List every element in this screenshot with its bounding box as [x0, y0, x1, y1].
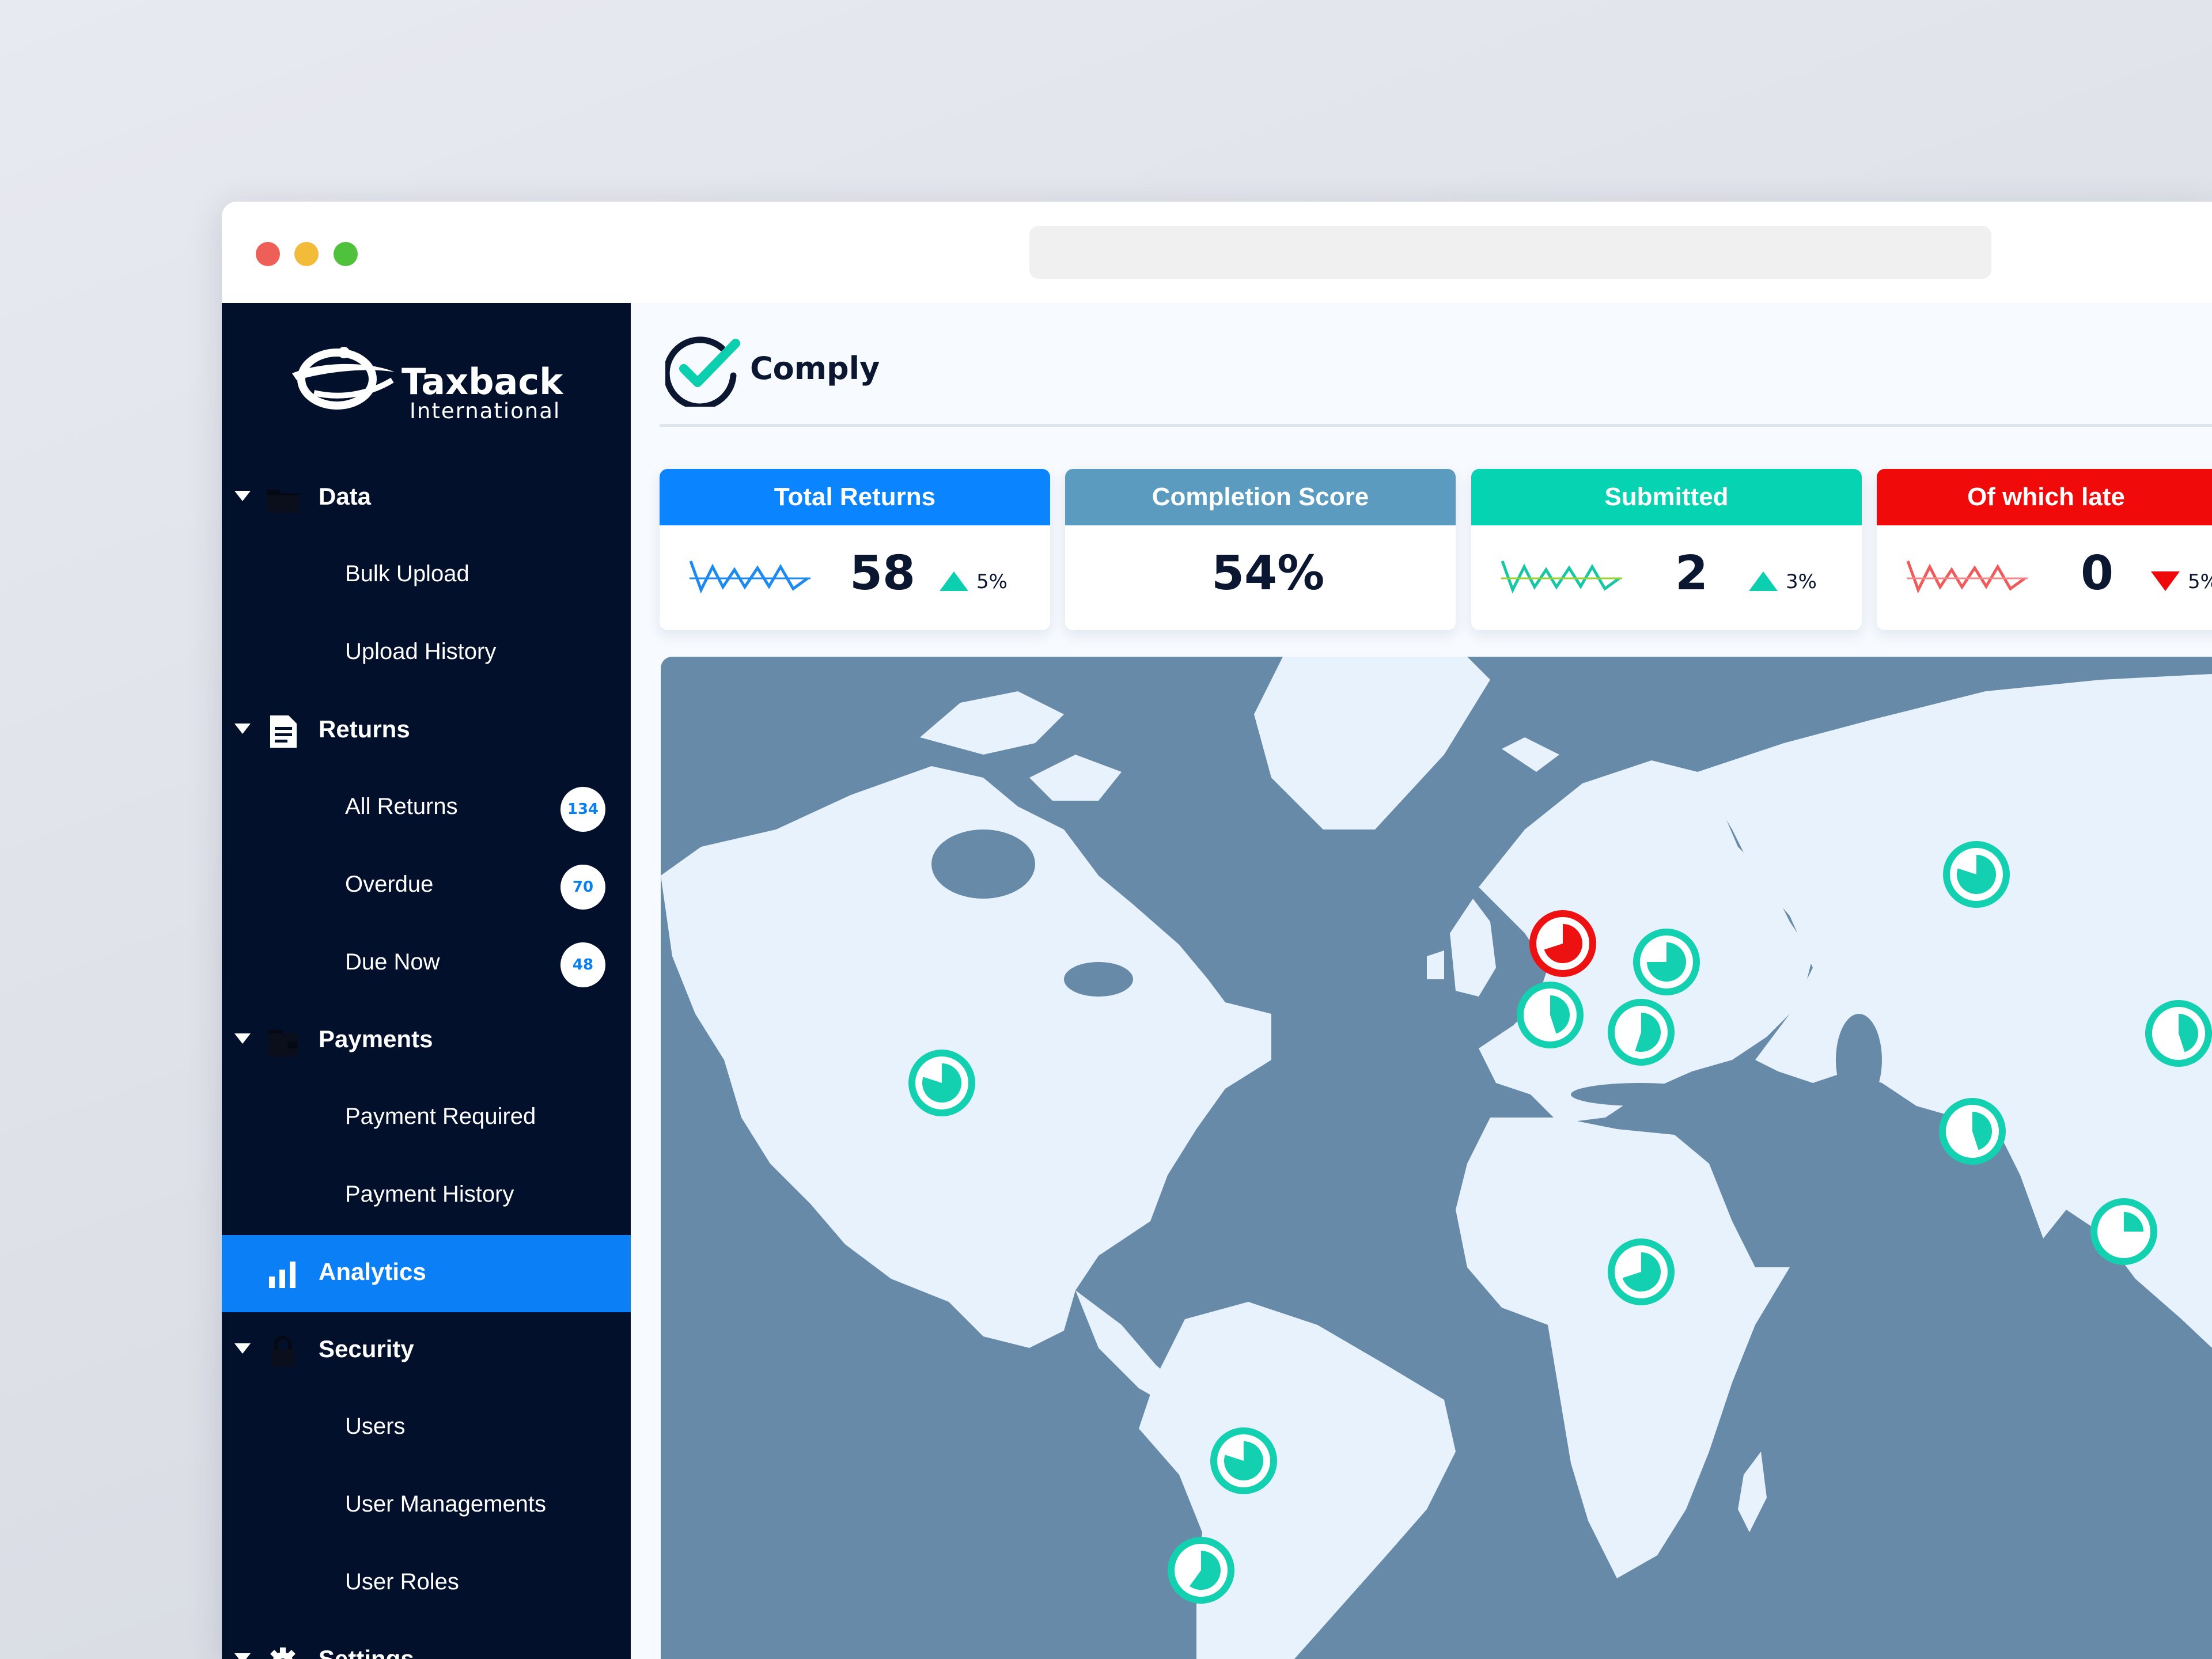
sparkline	[1501, 560, 1622, 594]
sidebar-section-label: Security	[319, 1335, 414, 1362]
card-value: 54%	[1211, 546, 1325, 601]
chevron-down-icon	[234, 1033, 251, 1044]
maximize-window-button[interactable]	[334, 242, 358, 266]
sidebar-item-label: Users	[345, 1414, 406, 1439]
sidebar-item-analytics[interactable]: Analytics	[222, 1235, 631, 1312]
sidebar-item-payment-required[interactable]: Payment Required	[222, 1080, 631, 1157]
wallet-icon	[268, 1030, 298, 1056]
gear-icon	[270, 1647, 296, 1659]
card-title: Submitted	[1471, 469, 1862, 525]
sidebar-item-overdue[interactable]: Overdue 70	[222, 847, 631, 925]
stat-card-total-returns[interactable]: Total Returns 58 5%	[660, 469, 1050, 630]
sidebar-section-label: Payments	[319, 1025, 433, 1052]
sidebar-item-all-returns[interactable]: All Returns 134	[222, 770, 631, 847]
address-bar[interactable]	[1029, 226, 1991, 279]
trend-up-icon	[940, 571, 968, 591]
sidebar-item-user-managements[interactable]: User Managements	[222, 1467, 631, 1544]
marker-india[interactable]	[2090, 1198, 2157, 1265]
card-change: 3%	[1786, 570, 1817, 593]
sidebar-item-label: All Returns	[345, 794, 458, 819]
brand-sub: International	[410, 399, 561, 423]
chevron-down-icon	[234, 491, 251, 501]
card-change: 5%	[976, 570, 1007, 593]
card-title: Total Returns	[660, 469, 1050, 525]
sidebar-item-bulk-upload[interactable]: Bulk Upload	[222, 537, 631, 614]
sidebar-section-security[interactable]: Security	[222, 1312, 631, 1389]
sidebar-item-label: User Roles	[345, 1569, 459, 1594]
count-badge: 48	[560, 942, 605, 987]
marker-brazil[interactable]	[1210, 1427, 1277, 1494]
marker-usa[interactable]	[908, 1050, 975, 1116]
comply-check-icon	[665, 336, 740, 407]
sidebar-item-user-roles[interactable]: User Roles	[222, 1545, 631, 1622]
chevron-down-icon	[234, 1343, 251, 1354]
sidebar-section-label: Returns	[319, 715, 410, 743]
sparkline	[1907, 560, 2028, 594]
world-map-svg	[661, 657, 2212, 1659]
count-badge: 134	[560, 787, 605, 832]
sidebar-section-settings[interactable]: Settings	[222, 1622, 631, 1659]
marker-russia[interactable]	[1943, 841, 2010, 908]
header-divider	[660, 424, 2212, 427]
folder-icon	[267, 490, 299, 513]
card-title: Completion Score	[1065, 469, 1456, 525]
marker-chad[interactable]	[1608, 1238, 1675, 1305]
bar-chart-icon	[269, 1262, 296, 1288]
marker-argentina[interactable]	[1168, 1537, 1234, 1604]
sidebar: Taxback International Data Bulk Upload U…	[222, 303, 631, 1659]
marker-pakistan[interactable]	[1939, 1098, 2006, 1165]
lock-icon	[271, 1336, 294, 1366]
card-value: 0	[2081, 546, 2114, 601]
sidebar-item-upload-history[interactable]: Upload History	[222, 615, 631, 692]
stat-card-submitted[interactable]: Submitted 2 3%	[1471, 469, 1862, 630]
sidebar-section-label: Settings	[319, 1645, 414, 1659]
sidebar-section-data[interactable]: Data	[222, 460, 631, 537]
world-map[interactable]	[661, 657, 2212, 1659]
sidebar-item-due-now[interactable]: Due Now 48	[222, 925, 631, 1002]
stat-card-of-which-late[interactable]: Of which late 0 5%	[1877, 469, 2212, 630]
app-name: Comply	[750, 350, 880, 387]
sidebar-item-users[interactable]: Users	[222, 1389, 631, 1467]
sidebar-section-returns[interactable]: Returns	[222, 692, 631, 770]
sidebar-item-label: Payment Required	[345, 1104, 536, 1129]
chevron-down-icon	[234, 724, 251, 734]
card-change: 5%	[2188, 570, 2212, 593]
document-icon	[270, 715, 297, 748]
sidebar-section-payments[interactable]: Payments	[222, 1002, 631, 1080]
marker-italy[interactable]	[1608, 999, 1675, 1066]
sidebar-item-label: Overdue	[345, 872, 434, 897]
stat-card-completion-score[interactable]: Completion Score 54%	[1065, 469, 1456, 630]
marker-uk[interactable]	[1529, 910, 1596, 977]
trend-down-icon	[2151, 571, 2180, 591]
card-value: 2	[1675, 546, 1709, 601]
close-window-button[interactable]	[256, 242, 280, 266]
sidebar-section-label: Data	[319, 483, 372, 510]
trend-up-icon	[1749, 571, 1778, 591]
sidebar-section-label: Analytics	[319, 1258, 426, 1285]
title-bar	[222, 202, 2212, 303]
sidebar-item-label: User Managements	[345, 1491, 547, 1517]
sidebar-item-label: Due Now	[345, 949, 440, 975]
chevron-down-icon	[234, 1653, 251, 1659]
sparkline	[690, 560, 810, 594]
sidebar-item-payment-history[interactable]: Payment History	[222, 1157, 631, 1234]
count-badge: 70	[560, 865, 605, 910]
sidebar-item-label: Upload History	[345, 639, 497, 664]
marker-france[interactable]	[1517, 982, 1584, 1048]
card-value: 58	[850, 546, 916, 601]
marker-poland[interactable]	[1633, 929, 1700, 995]
app-header: Comply	[631, 303, 2212, 424]
card-title: Of which late	[1877, 469, 2212, 525]
marker-kazakhstan[interactable]	[2145, 1000, 2212, 1067]
sidebar-item-label: Bulk Upload	[345, 561, 469, 586]
minimize-window-button[interactable]	[294, 242, 319, 266]
brand-name: Taxback	[402, 361, 563, 403]
sidebar-item-label: Payment History	[345, 1181, 514, 1207]
